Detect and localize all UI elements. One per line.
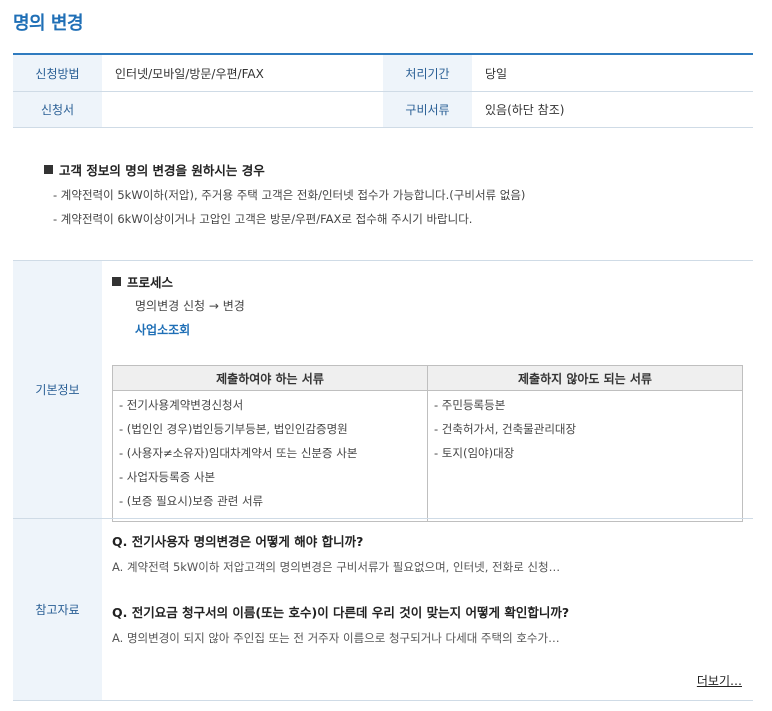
summary-table: 신청방법 인터넷/모바일/방문/우편/FAX 처리기간 당일 신청서 구비서류 … bbox=[13, 53, 753, 128]
reference-label: 참고자료 bbox=[13, 519, 102, 700]
notice-block: 고객 정보의 명의 변경을 원하시는 경우 - 계약전력이 5kW이하(저압),… bbox=[44, 160, 525, 227]
required-docs-cell: - 전기사용계약변경신청서 - (법인인 경우)법인등기부등본, 법인인감증명원… bbox=[112, 390, 428, 522]
optional-docs-header: 제출하지 않아도 되는 서류 bbox=[427, 365, 743, 391]
notice-heading: 고객 정보의 명의 변경을 원하시는 경우 bbox=[44, 160, 525, 179]
reference-body: Q. 전기사용자 명의변경은 어떻게 해야 합니까? A. 계약전력 5kW이하… bbox=[102, 519, 753, 700]
notice-line: - 계약전력이 6kW이상이거나 고압인 고객은 방문/우편/FAX로 접수해 … bbox=[53, 212, 473, 226]
faq-item[interactable]: Q. 전기사용자 명의변경은 어떻게 해야 합니까? A. 계약전력 5kW이하… bbox=[112, 531, 560, 575]
reference-section: 참고자료 Q. 전기사용자 명의변경은 어떻게 해야 합니까? A. 계약전력 … bbox=[13, 518, 753, 701]
list-item: - (법인인 경우)법인등기부등본, 법인인감증명원 bbox=[119, 422, 348, 436]
list-item: - 건축허가서, 건축물관리대장 bbox=[434, 422, 577, 436]
basic-info-label: 기본정보 bbox=[13, 261, 102, 518]
method-label: 신청방법 bbox=[13, 55, 102, 91]
more-link[interactable]: 더보기… bbox=[697, 672, 742, 689]
faq-answer: A. 계약전력 5kW이하 저압고객의 명의변경은 구비서류가 필요없으며, 인… bbox=[112, 560, 561, 574]
faq-question[interactable]: Q. 전기요금 청구서의 이름(또는 호수)이 다른데 우리 것이 맞는지 어떻… bbox=[112, 602, 569, 621]
square-bullet-icon bbox=[44, 165, 53, 174]
process-flow: 명의변경 신청 → 변경 bbox=[135, 299, 245, 313]
faq-answer: A. 명의변경이 되지 않아 주인집 또는 전 거주자 이름으로 청구되거나 다… bbox=[112, 631, 560, 645]
method-value: 인터넷/모바일/방문/우편/FAX bbox=[115, 66, 264, 81]
summary-row: 신청서 구비서류 있음(하단 참조) bbox=[13, 92, 753, 128]
docs-label: 구비서류 bbox=[383, 92, 472, 127]
office-search-link[interactable]: 사업소조회 bbox=[135, 321, 190, 338]
form-value bbox=[102, 92, 383, 127]
page-title: 명의 변경 bbox=[13, 13, 84, 34]
process-title: 프로세스 bbox=[127, 275, 174, 290]
list-item: - (사용자≠소유자)임대차계약서 또는 신분증 사본 bbox=[119, 446, 358, 460]
required-docs-header: 제출하여야 하는 서류 bbox=[112, 365, 428, 391]
process-heading: 프로세스 bbox=[112, 272, 173, 291]
docs-value: 있음(하단 참조) bbox=[485, 103, 565, 117]
basic-info-body: 프로세스 명의변경 신청 → 변경 사업소조회 제출하여야 하는 서류 제출하지… bbox=[102, 261, 753, 522]
square-bullet-icon bbox=[112, 277, 121, 286]
notice-line: - 계약전력이 5kW이하(저압), 주거용 주택 고객은 전화/인터넷 접수가… bbox=[53, 188, 526, 202]
notice-title: 고객 정보의 명의 변경을 원하시는 경우 bbox=[59, 163, 265, 178]
summary-row: 신청방법 인터넷/모바일/방문/우편/FAX 처리기간 당일 bbox=[13, 55, 753, 92]
faq-question[interactable]: Q. 전기사용자 명의변경은 어떻게 해야 합니까? bbox=[112, 531, 560, 550]
form-label: 신청서 bbox=[13, 92, 102, 127]
list-item: - 주민등록등본 bbox=[434, 398, 506, 412]
period-value: 당일 bbox=[485, 66, 508, 81]
basic-info-section: 기본정보 프로세스 명의변경 신청 → 변경 사업소조회 제출하여야 하는 서류… bbox=[13, 260, 753, 522]
faq-item[interactable]: Q. 전기요금 청구서의 이름(또는 호수)이 다른데 우리 것이 맞는지 어떻… bbox=[112, 602, 569, 646]
list-item: - 사업자등록증 사본 bbox=[119, 470, 216, 484]
period-label: 처리기간 bbox=[383, 55, 472, 91]
list-item: - (보증 필요시)보증 관련 서류 bbox=[119, 494, 264, 508]
list-item: - 토지(임야)대장 bbox=[434, 446, 515, 460]
optional-docs-cell: - 주민등록등본 - 건축허가서, 건축물관리대장 - 토지(임야)대장 bbox=[427, 390, 743, 522]
list-item: - 전기사용계약변경신청서 bbox=[119, 398, 244, 412]
documents-table: 제출하여야 하는 서류 제출하지 않아도 되는 서류 - 전기사용계약변경신청서… bbox=[112, 365, 743, 522]
